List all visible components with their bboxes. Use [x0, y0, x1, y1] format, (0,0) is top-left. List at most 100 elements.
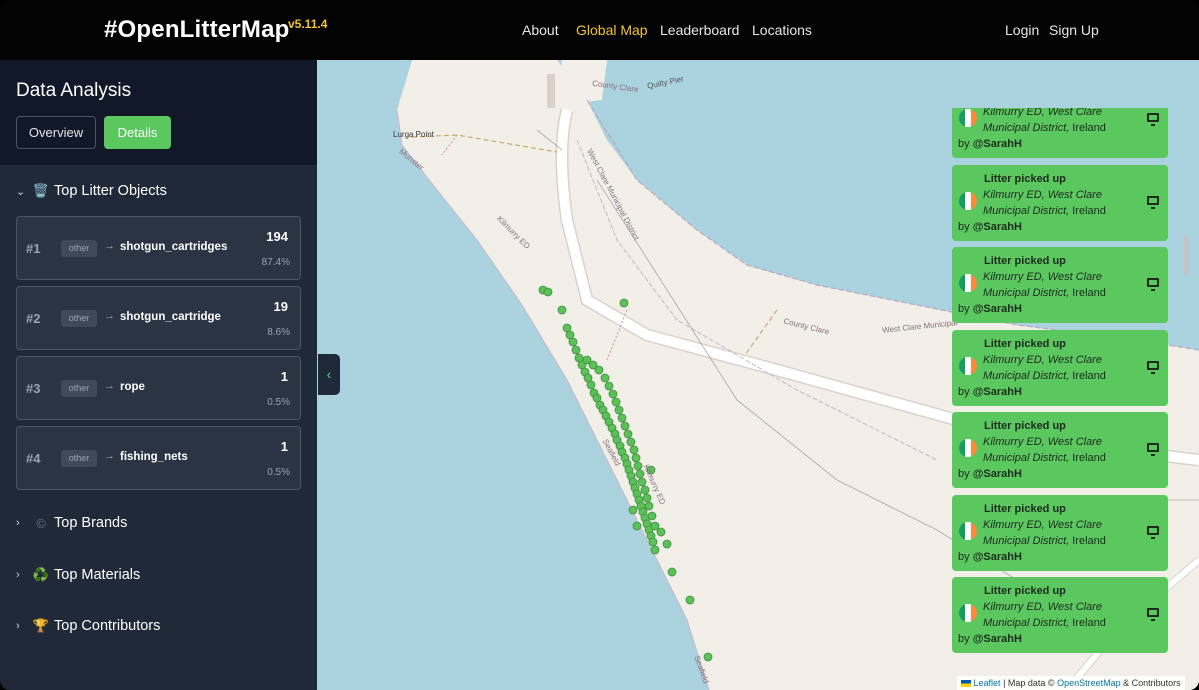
feed-card-location-2: Municipal District, Ireland — [983, 369, 1106, 382]
litter-marker[interactable] — [642, 493, 652, 503]
activity-feed[interactable]: Litter picked up Kilmurry ED, West Clare M… — [952, 108, 1168, 660]
litter-marker[interactable] — [623, 429, 633, 439]
app-window: #OpenLitterMap v5.11.4 About Global Map … — [0, 0, 1199, 690]
litter-marker[interactable] — [628, 505, 638, 515]
feed-scrollbar[interactable] — [1183, 235, 1189, 275]
desktop-icon — [1147, 608, 1159, 621]
litter-marker[interactable] — [650, 545, 660, 555]
object-name: fishing_nets — [120, 451, 188, 463]
ireland-flag-icon — [959, 274, 977, 292]
litter-marker[interactable] — [637, 477, 647, 487]
litter-object-item[interactable]: #3 other → rope 1 0.5% — [16, 356, 301, 420]
nav-locations[interactable]: Locations — [752, 22, 812, 38]
litter-marker[interactable] — [647, 511, 657, 521]
litter-marker[interactable] — [656, 527, 666, 537]
feed-card-title: Litter picked up — [984, 337, 1066, 350]
map-attribution: Leaflet | Map data © OpenStreetMap & Con… — [957, 676, 1185, 690]
litter-marker[interactable] — [626, 437, 636, 447]
litter-marker[interactable] — [632, 521, 642, 531]
litter-object-item[interactable]: #1 other → shotgun_cartridges 194 87.4% — [16, 216, 301, 280]
section-top-contributors[interactable]: › 🏆 Top Contributors — [16, 618, 160, 634]
desktop-icon — [1147, 278, 1159, 291]
litter-object-item[interactable]: #4 other → fishing_nets 1 0.5% — [16, 426, 301, 490]
nav-global-map[interactable]: Global Map — [576, 22, 648, 38]
feed-card-location-2: Municipal District, Ireland — [983, 122, 1106, 134]
chevron-left-icon: ‹ — [326, 366, 332, 382]
details-tab[interactable]: Details — [104, 116, 171, 149]
item-rank: #3 — [26, 381, 41, 396]
object-count: 19 — [273, 299, 288, 314]
category-badge: other — [61, 240, 97, 257]
section-label: Top Contributors — [54, 618, 161, 634]
overview-tab[interactable]: Overview — [16, 116, 96, 149]
feed-card-location: Kilmurry ED, West Clare — [983, 188, 1102, 201]
feed-card-location: Kilmurry ED, West Clare — [983, 518, 1102, 531]
collapse-sidebar-button[interactable]: ‹ — [318, 354, 340, 395]
litter-marker[interactable] — [611, 397, 621, 407]
feed-card[interactable]: Litter picked upKilmurry ED, West ClareM… — [952, 247, 1168, 323]
litter-marker[interactable] — [557, 305, 567, 315]
litter-marker[interactable] — [703, 652, 713, 662]
section-top-materials[interactable]: › ♻️ Top Materials — [16, 567, 140, 583]
arrow-right-icon: → — [104, 450, 115, 462]
litter-marker[interactable] — [543, 287, 553, 297]
desktop-icon — [1147, 113, 1159, 126]
feed-card[interactable]: Litter picked upKilmurry ED, West ClareM… — [952, 108, 1168, 158]
feed-card[interactable]: Litter picked upKilmurry ED, West ClareM… — [952, 577, 1168, 653]
attribution-sep: | Map data © — [1003, 678, 1055, 688]
litter-marker[interactable] — [650, 521, 660, 531]
litter-marker[interactable] — [568, 337, 578, 347]
category-badge: other — [61, 310, 97, 327]
litter-object-item[interactable]: #2 other → shotgun_cartridge 19 8.6% — [16, 286, 301, 350]
litter-marker[interactable] — [604, 381, 614, 391]
litter-marker[interactable] — [586, 380, 596, 390]
feed-card[interactable]: Litter picked upKilmurry ED, West ClareM… — [952, 412, 1168, 488]
osm-link[interactable]: OpenStreetMap — [1057, 678, 1121, 688]
feed-card-location-2: Municipal District, Ireland — [983, 452, 1106, 464]
litter-marker[interactable] — [631, 453, 641, 463]
feed-card-location: Kilmurry ED, West Clare — [983, 271, 1102, 283]
litter-marker[interactable] — [685, 595, 695, 605]
feed-card[interactable]: Litter picked up Kilmurry ED, West Clare M… — [952, 329, 1168, 406]
object-count: 1 — [280, 439, 288, 454]
signup-link[interactable]: Sign Up — [1049, 22, 1099, 38]
litter-marker[interactable] — [614, 405, 624, 415]
section-top-litter-objects[interactable]: ⌄ 🗑️ Top Litter Objects — [16, 183, 167, 199]
feed-card[interactable]: Litter picked upKilmurry ED, West ClareM… — [952, 494, 1168, 571]
litter-marker[interactable] — [667, 567, 677, 577]
litter-marker[interactable] — [608, 389, 618, 399]
login-link[interactable]: Login — [1005, 22, 1039, 38]
feed-card-location: Kilmurry ED, West Clare — [983, 601, 1102, 613]
litter-marker[interactable] — [648, 537, 658, 547]
feed-card-location: Kilmurry ED, West Clare — [983, 436, 1102, 448]
leaflet-link[interactable]: Leaflet — [974, 678, 1001, 688]
litter-marker[interactable] — [662, 539, 672, 549]
object-name: shotgun_cartridges — [120, 241, 228, 253]
feed-card-location: Kilmurry ED, West Clare — [983, 353, 1102, 366]
category-badge: other — [61, 380, 97, 397]
trophy-icon: 🏆 — [32, 618, 50, 633]
feed-card[interactable]: Litter picked upKilmurry ED, West ClareM… — [952, 164, 1168, 241]
object-count: 194 — [266, 229, 288, 244]
litter-marker[interactable] — [629, 445, 639, 455]
litter-marker[interactable] — [617, 413, 627, 423]
feed-card-user: by @SarahH — [958, 303, 1022, 315]
section-top-brands[interactable]: › © Top Brands — [16, 515, 127, 531]
litter-marker[interactable] — [594, 365, 604, 375]
ireland-flag-icon — [959, 109, 977, 127]
litter-marker[interactable] — [600, 373, 610, 383]
analysis-sidebar: Data Analysis Overview Details ⌄ 🗑️ Top … — [0, 60, 317, 690]
litter-marker[interactable] — [644, 501, 654, 511]
nav-about[interactable]: About — [522, 22, 559, 38]
litter-marker[interactable] — [619, 298, 629, 308]
ukraine-flag-icon — [961, 680, 971, 688]
section-label: Top Litter Objects — [54, 183, 167, 199]
litter-marker[interactable] — [620, 421, 630, 431]
nav-leaderboard[interactable]: Leaderboard — [660, 22, 739, 38]
litter-marker[interactable] — [571, 345, 581, 355]
litter-marker[interactable] — [640, 485, 650, 495]
brand-logo[interactable]: #OpenLitterMap — [104, 16, 289, 44]
top-nav: #OpenLitterMap v5.11.4 About Global Map … — [0, 0, 1199, 60]
sidebar-header: Data Analysis Overview Details — [0, 60, 317, 165]
feed-card-title: Litter picked up — [984, 172, 1066, 185]
